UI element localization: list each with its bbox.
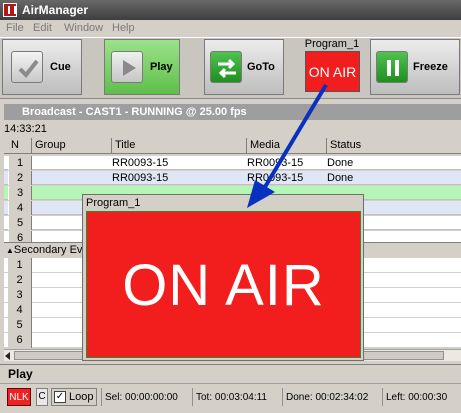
cue-button[interactable]: Cue — [2, 39, 82, 95]
clock: 14:33:21 — [4, 123, 47, 135]
row-number: 1 — [8, 258, 32, 273]
divider — [101, 388, 102, 406]
col-status[interactable]: Status — [327, 138, 461, 154]
row-media: RR0093-15 — [247, 157, 304, 169]
row-number: 2 — [8, 171, 32, 185]
row-number: 1 — [8, 156, 32, 170]
col-title[interactable]: Title — [112, 138, 247, 154]
goto-button[interactable]: GoTo — [204, 39, 284, 95]
divider — [382, 388, 383, 406]
swap-arrows-icon — [210, 51, 242, 83]
row-number: 5 — [8, 216, 32, 230]
menu-edit[interactable]: Edit — [33, 20, 52, 37]
total-time: Tot: 00:03:04:11 — [196, 392, 267, 403]
col-media[interactable]: Media — [247, 138, 327, 154]
goto-label: GoTo — [247, 61, 275, 73]
play-mode-label: Play — [8, 367, 33, 381]
row-title: RR0093-15 — [112, 157, 169, 169]
program-monitor-window[interactable]: Program_1 ON AIR — [82, 194, 364, 361]
nlk-button[interactable]: NLK — [7, 388, 31, 406]
table-row[interactable]: 2 RR0093-15 RR0093-15 Done — [4, 171, 461, 185]
row-number: 4 — [8, 303, 32, 318]
row-title: RR0093-15 — [112, 172, 169, 184]
menu-file[interactable]: File — [6, 20, 24, 37]
row-number: 6 — [8, 333, 32, 348]
row-status: Done — [327, 172, 354, 184]
menubar: File Edit Window Help — [0, 20, 461, 37]
done-time: Done: 00:02:34:02 — [286, 392, 369, 403]
pause-icon — [376, 51, 408, 83]
row-number: 4 — [8, 201, 32, 215]
row-media: RR0093-15 — [247, 172, 304, 184]
sel-time: Sel: 00:00:00:00 — [105, 392, 178, 403]
checkbox-checked-icon[interactable]: ✓ — [54, 391, 66, 403]
row-number: 2 — [8, 273, 32, 288]
grid-header: N Group Title Media Status — [4, 138, 461, 154]
loop-checkbox[interactable]: ✓ Loop — [51, 388, 97, 406]
on-air-indicator[interactable]: ON AIR — [305, 51, 360, 92]
app-icon — [3, 3, 17, 17]
collapse-triangle-icon: ▲ — [6, 246, 14, 255]
program-monitor-title: Program_1 — [86, 197, 141, 209]
broadcast-header: Broadcast - CAST1 - RUNNING @ 25.00 fps — [4, 104, 461, 120]
window-titlebar: AirManager — [0, 0, 461, 20]
col-group[interactable]: Group — [32, 138, 112, 154]
freeze-button[interactable]: Freeze — [370, 39, 460, 95]
scroll-left-icon[interactable] — [5, 352, 10, 360]
divider — [282, 388, 283, 406]
row-number: 5 — [8, 318, 32, 333]
divider — [192, 388, 193, 406]
window-title: AirManager — [22, 3, 89, 17]
row-number: 3 — [8, 288, 32, 303]
play-icon — [111, 51, 143, 83]
secondary-events-label: Secondary Ev — [13, 244, 83, 256]
left-time: Left: 00:00:30 — [386, 392, 448, 403]
on-air-display: ON AIR — [86, 211, 361, 358]
menu-window[interactable]: Window — [64, 20, 103, 37]
row-status: Done — [327, 157, 354, 169]
program-label: Program_1 — [304, 38, 360, 50]
cue-label: Cue — [50, 61, 71, 73]
table-row[interactable]: 1 RR0093-15 RR0093-15 Done — [4, 156, 461, 170]
menu-help[interactable]: Help — [112, 20, 135, 37]
col-n[interactable]: N — [8, 138, 32, 154]
play-button[interactable]: Play — [104, 39, 180, 95]
checkmark-icon — [11, 51, 43, 83]
divider — [0, 383, 461, 384]
c-button[interactable]: C — [36, 388, 48, 406]
statusbar: Play NLK C ✓ Loop Sel: 00:00:00:00 Tot: … — [0, 364, 461, 413]
row-number: 3 — [8, 186, 32, 200]
freeze-label: Freeze — [413, 61, 448, 73]
play-label: Play — [150, 61, 173, 73]
loop-label: Loop — [69, 391, 94, 403]
